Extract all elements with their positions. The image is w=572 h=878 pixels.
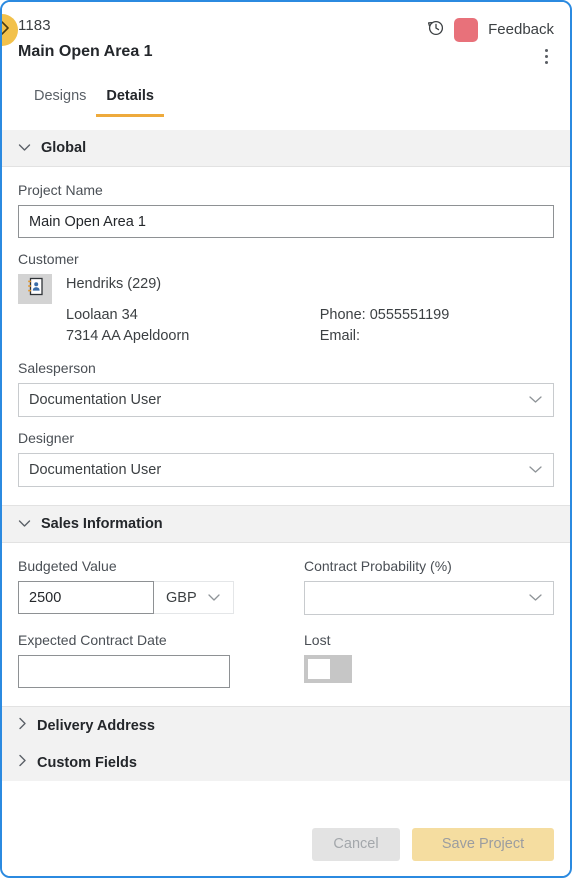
chevron-down-icon	[18, 516, 31, 532]
cancel-button[interactable]: Cancel	[312, 827, 400, 861]
customer-phone: Phone: 0555551199	[319, 307, 450, 323]
budgeted-value-input[interactable]	[18, 581, 154, 614]
section-header-delivery-address[interactable]: Delivery Address	[2, 706, 570, 744]
save-project-button[interactable]: Save Project	[412, 827, 554, 861]
page-title: Main Open Area 1	[18, 43, 153, 60]
kebab-menu-icon[interactable]	[541, 46, 552, 67]
field-project-name: Project Name	[18, 181, 554, 238]
address-book-icon	[27, 277, 44, 301]
label-customer: Customer	[18, 251, 79, 267]
label-lost: Lost	[304, 632, 331, 648]
lost-toggle[interactable]	[304, 655, 352, 683]
field-salesperson: Salesperson Documentation User	[18, 359, 554, 417]
section-title-global: Global	[41, 140, 87, 156]
project-details-panel: 1183 Main Open Area 1 Feedback Designs D…	[0, 0, 572, 878]
field-designer: Designer Documentation User	[18, 429, 554, 487]
currency-value: GBP	[166, 589, 197, 606]
project-id: 1183	[18, 17, 51, 34]
field-budgeted-value: Budgeted Value GBP	[18, 557, 268, 614]
panel-footer: Cancel Save Project	[2, 812, 570, 876]
chevron-right-icon	[2, 20, 11, 40]
customer-picker-button[interactable]	[18, 274, 52, 304]
chevron-down-icon	[207, 590, 221, 606]
section-title-sales-information: Sales Information	[41, 516, 163, 532]
chevron-down-icon	[528, 590, 543, 606]
expected-contract-date-input[interactable]	[18, 655, 230, 688]
form-scroll-area: Global Project Name Customer	[2, 130, 570, 812]
contract-probability-select[interactable]	[304, 581, 554, 615]
chevron-right-icon	[18, 717, 27, 734]
section-header-custom-fields[interactable]: Custom Fields	[2, 744, 570, 781]
label-contract-probability: Contract Probability (%)	[304, 558, 452, 574]
field-expected-contract-date: Expected Contract Date	[18, 631, 268, 688]
chevron-down-icon	[528, 462, 543, 478]
field-customer: Customer Hendriks (229) Loolaan 34 7314 …	[18, 250, 554, 347]
chevron-right-icon	[18, 754, 27, 771]
customer-name: Hendriks (229)	[66, 276, 162, 292]
project-name-input[interactable]	[18, 205, 554, 238]
designer-value: Documentation User	[29, 462, 162, 478]
label-project-name: Project Name	[18, 182, 103, 198]
section-header-sales-information[interactable]: Sales Information	[2, 505, 570, 543]
tab-details[interactable]: Details	[96, 81, 164, 117]
label-salesperson: Salesperson	[18, 360, 96, 376]
field-lost: Lost	[304, 631, 554, 683]
label-budgeted-value: Budgeted Value	[18, 558, 117, 574]
chevron-down-icon	[528, 392, 543, 408]
tab-designs[interactable]: Designs	[34, 81, 96, 117]
color-swatch[interactable]	[454, 18, 479, 42]
field-contract-probability: Contract Probability (%)	[304, 557, 554, 615]
lost-toggle-knob	[308, 659, 330, 679]
section-title-custom-fields: Custom Fields	[37, 754, 137, 771]
label-designer: Designer	[18, 430, 75, 446]
customer-address-line1: Loolaan 34	[66, 307, 138, 323]
label-expected-contract-date: Expected Contract Date	[18, 632, 167, 648]
feedback-button[interactable]: Feedback	[488, 20, 554, 40]
customer-email: Email:	[319, 328, 361, 344]
tab-bar: Designs Details	[18, 81, 554, 117]
panel-header: 1183 Main Open Area 1 Feedback Designs D…	[2, 2, 570, 117]
section-title-delivery-address: Delivery Address	[37, 717, 155, 734]
designer-select[interactable]: Documentation User	[18, 453, 554, 487]
section-header-global[interactable]: Global	[2, 130, 570, 167]
salesperson-select[interactable]: Documentation User	[18, 383, 554, 417]
section-body-sales-information: Budgeted Value GBP	[2, 543, 570, 706]
history-clock-icon[interactable]	[427, 19, 444, 41]
customer-address-line2: 7314 AA Apeldoorn	[66, 328, 190, 344]
section-body-global: Project Name Customer	[2, 167, 570, 505]
salesperson-value: Documentation User	[29, 392, 162, 408]
chevron-down-icon	[18, 140, 31, 156]
currency-select[interactable]: GBP	[154, 581, 234, 614]
